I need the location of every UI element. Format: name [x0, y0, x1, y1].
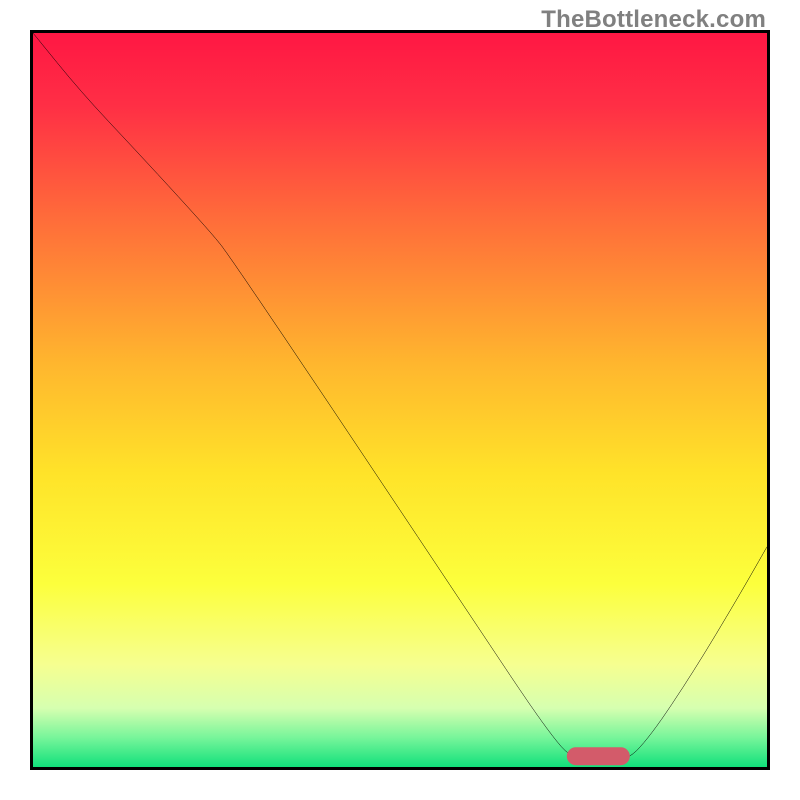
chart-curve-layer [33, 33, 767, 767]
bottleneck-curve [33, 33, 767, 763]
chart-plot-area [30, 30, 770, 770]
optimal-range-marker [567, 747, 629, 765]
